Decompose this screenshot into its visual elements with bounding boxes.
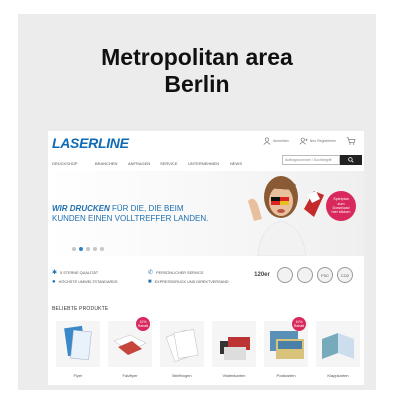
product-label: Postkarten [276,373,296,378]
co2-logo: CO2 [337,267,353,283]
star-icon: ✱ [52,270,58,276]
product-postkarten[interactable]: 10% Rabatt Postkarten [262,317,310,383]
hero-headline-2: KUNDEN EINEN VOLLTREFFER LANDEN. [52,214,209,223]
feature-item: ✱ 5 STERNE QUALITÄT [52,269,98,276]
fsc-logo: FSC [317,267,333,283]
website-screenshot: LASERLINE Anmelden Neu Registrieren DRUC… [48,131,364,385]
slider-dot[interactable] [86,247,90,251]
feature-item: ✆ PERSÖNLICHER SERVICE [148,269,204,276]
product-label: Klappkarten [327,373,349,378]
laserline-logo[interactable]: LASERLINE [52,135,129,151]
hero-headline-rest: FÜR DIE, DIE BEIM [109,204,184,213]
products-title: BELIEBTE PRODUKTE [52,306,109,312]
product-image [316,321,360,367]
discount-badge: 10% Rabatt [136,317,150,331]
slider-dot[interactable] [72,247,76,251]
product-label: Flyer [73,373,83,378]
heading-line-1: Metropolitan area [101,44,293,70]
feature-text: EXPRESSDRUCK UND DIREKTVERSAND [154,280,229,284]
nav-item-unternehmen[interactable]: UNTERNEHMEN [188,161,219,166]
feature-item: ● HÖCHSTE UMWELTSTANDARDS [52,279,118,285]
product-visitenkarten[interactable]: Visitenkarten [210,317,258,383]
product-klappkarten[interactable]: Klappkarten [314,317,362,383]
user-plus-icon [299,137,308,145]
product-falzflyer[interactable]: 10% Rabatt Falzflyer [106,317,154,383]
search-button[interactable] [340,155,362,165]
feature-item: ■ EXPRESSDRUCK UND DIREKTVERSAND [148,279,229,285]
user-icon [263,137,271,145]
hero-woman-image [248,176,324,256]
hero-banner[interactable]: WIR DRUCKEN FÜR DIE, DIE BEIM KUNDEN EIN… [48,171,364,256]
slider-dot[interactable] [93,247,97,251]
page-heading: Metropolitan area Berlin [18,44,376,98]
slider-dot-active[interactable] [79,247,83,251]
product-image [212,321,256,367]
product-flyer[interactable]: Flyer [54,317,102,383]
slider-dots [72,247,104,251]
product-image [56,321,100,367]
register-label: Neu Registrieren [309,139,336,143]
hero-headline-1: WIR DRUCKEN FÜR DIE, DIE BEIM [52,204,184,213]
leaf-icon: ● [52,279,56,285]
register-button[interactable]: Neu Registrieren [299,137,336,145]
certificate-seal [277,267,293,283]
certificate-120er: 120er [254,272,270,278]
product-label: Visitenkarten [222,373,246,378]
product-label: Falzflyer [122,373,138,378]
header-actions: Anmelden Neu Registrieren [263,137,356,145]
search-input[interactable]: Auftragsnummer / Suchbegriff [282,155,340,165]
badge-line-4: hier klicken [331,210,351,215]
discount-badge: 10% Rabatt [292,317,306,331]
certificate-badges: 120er FSC CO2 [251,267,353,283]
nav-item-anfragen[interactable]: ANFRAGEN [128,161,150,166]
download-badge[interactable]: Spielplan zum Download hier klicken [326,191,356,221]
slider-dot[interactable] [100,247,104,251]
feature-text: PERSÖNLICHER SERVICE [156,270,204,275]
product-list: Flyer 10% Rabatt Falzflyer Briefbogen Vis… [48,317,364,385]
feature-text: HÖCHSTE UMWELTSTANDARDS [58,280,118,284]
feature-list: ✱ 5 STERNE QUALITÄT ✆ PERSÖNLICHER SERVI… [48,267,364,295]
nav-item-news[interactable]: NEWS [230,161,242,166]
search-icon [348,157,354,163]
login-label: Anmelden [272,139,289,143]
heading-line-2: Berlin [164,71,230,97]
login-button[interactable]: Anmelden [263,137,289,145]
discount-label: Rabatt [293,324,305,328]
hero-headline-bold: WIR DRUCKEN [52,204,110,213]
product-label: Briefbogen [172,373,192,378]
cart-icon [346,137,356,145]
phone-icon: ✆ [148,270,154,276]
nav-item-druckshop[interactable]: DRUCKSHOP [52,161,78,166]
truck-icon: ■ [148,279,152,285]
cart-button[interactable] [346,137,356,145]
nav-item-service[interactable]: SERVICE [160,161,178,166]
product-image [160,321,204,367]
certificate-seal [297,267,313,283]
product-briefbogen[interactable]: Briefbogen [158,317,206,383]
discount-label: Rabatt [137,324,149,328]
nav-item-branchen[interactable]: BRANCHEN [95,161,117,166]
feature-text: 5 STERNE QUALITÄT [60,270,99,275]
